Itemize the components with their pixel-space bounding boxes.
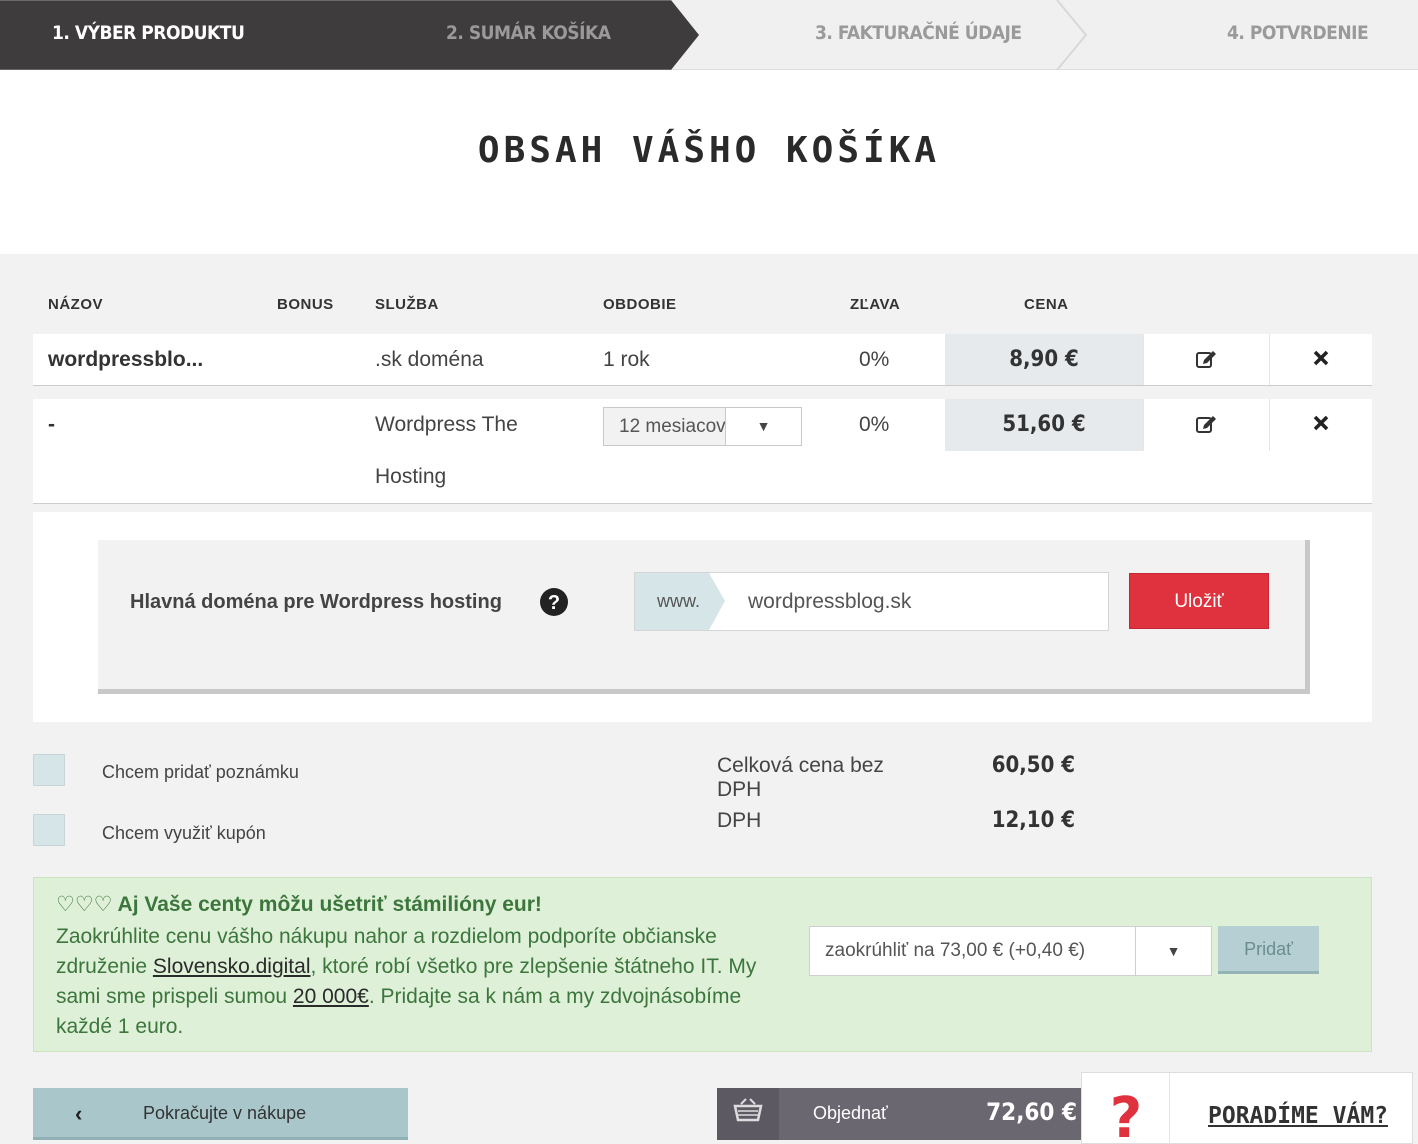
net-price-label-line2: DPH <box>717 778 762 801</box>
domain-input[interactable]: www. wordpressblog.sk <box>634 572 1109 631</box>
svg-text:?: ? <box>548 592 560 614</box>
add-donation-button[interactable]: Pridať <box>1218 926 1319 974</box>
table-row: wordpressblo... .sk doména 1 rok 0% 8,90… <box>33 334 1372 386</box>
period-select-value: 12 mesiacov <box>619 416 725 437</box>
save-button[interactable]: Uložiť <box>1129 573 1269 629</box>
header-service: SLUŽBA <box>375 296 439 313</box>
continue-shopping-label: Pokračujte v nákupe <box>143 1103 307 1123</box>
item-service-line2: Hosting <box>375 465 447 488</box>
page-title: OBSAH VÁŠHO KOŠÍKA <box>477 130 941 171</box>
header-name: NÁZOV <box>48 296 103 313</box>
item-service-line1: Wordpress The <box>375 413 518 436</box>
step-separator-icon <box>1056 0 1088 70</box>
header-period: OBDOBIE <box>603 296 677 313</box>
vat-label: DPH <box>717 809 762 832</box>
item-discount: 0% <box>859 348 890 371</box>
edit-button[interactable] <box>1143 334 1269 385</box>
step-3[interactable]: 3. FAKTURAČNÉ ÚDAJE <box>815 0 1022 70</box>
www-prefix: www. <box>657 591 701 611</box>
net-price-label: Celková cena bez DPH <box>717 754 884 802</box>
order-total: 72,60 € <box>986 1098 1077 1126</box>
help-label[interactable]: PORADÍME VÁM? <box>1208 1103 1388 1129</box>
item-service: .sk doména <box>375 348 484 371</box>
order-button[interactable]: Objednať 72,60 € <box>717 1088 1081 1140</box>
edit-icon <box>1195 416 1216 433</box>
svg-text:?: ? <box>1110 1086 1142 1144</box>
net-price-label-line1: Celková cena bez <box>717 754 884 777</box>
title-area: OBSAH VÁŠHO KOŠÍKA <box>0 70 1418 254</box>
note-checkbox[interactable] <box>33 754 65 786</box>
header-price: CENA <box>1024 296 1069 313</box>
checkout-steps: 1. VÝBER PRODUKTU 2. SUMÁR KOŠÍKA 3. FAK… <box>0 0 1418 70</box>
donation-text: Zaokrúhlite cenu vášho nákupu nahor a ro… <box>56 922 776 1042</box>
continue-shopping-button[interactable]: ‹ Pokračujte v nákupe <box>33 1088 408 1140</box>
domain-value: wordpressblog.sk <box>748 590 912 613</box>
close-icon <box>1313 415 1329 431</box>
step-1[interactable]: 1. VÝBER PRODUKTU <box>52 0 245 70</box>
edit-icon <box>1195 351 1216 368</box>
chevron-down-icon[interactable]: ▼ <box>1135 927 1211 975</box>
item-name: wordpressblo... <box>48 348 204 371</box>
order-label: Objednať <box>813 1103 888 1123</box>
donation-headline-text: Aj Vaše centy môžu ušetriť stámilióny eu… <box>117 893 542 916</box>
close-icon <box>1313 350 1329 366</box>
remove-button[interactable] <box>1269 399 1372 451</box>
item-price: 8,90 € <box>945 334 1143 385</box>
chevron-left-icon: ‹ <box>75 1101 83 1126</box>
item-price: 51,60 € <box>945 399 1143 451</box>
round-up-select[interactable]: zaokrúhliť na 73,00 € (+0,40 €) ▼ <box>809 926 1212 976</box>
table-row: - Wordpress The Hosting 12 mesiacov ▼ 0%… <box>33 399 1372 504</box>
step-2[interactable]: 2. SUMÁR KOŠÍKA <box>446 0 611 70</box>
net-price-value: 60,50 € <box>991 753 1075 778</box>
domain-label: Hlavná doména pre Wordpress hosting <box>130 591 502 613</box>
vat-value: 12,10 € <box>991 808 1075 833</box>
help-widget[interactable]: ? PORADÍME VÁM? <box>1081 1072 1413 1144</box>
coupon-checkbox[interactable] <box>33 814 65 846</box>
item-name: - <box>48 413 55 436</box>
donation-headline: ♡♡♡ Aj Vaše centy môžu ušetriť stámilión… <box>56 892 542 917</box>
item-period: 1 rok <box>603 348 650 371</box>
slovensko-digital-link[interactable]: Slovensko.digital <box>153 955 311 978</box>
heart-icons: ♡♡♡ <box>56 893 113 916</box>
amount-link[interactable]: 20 000€ <box>293 985 369 1008</box>
round-up-value: zaokrúhliť na 73,00 € (+0,40 €) <box>825 940 1086 961</box>
header-bonus: BONUS <box>277 296 334 313</box>
edit-button[interactable] <box>1143 399 1269 451</box>
step-4[interactable]: 4. POTVRDENIE <box>1227 0 1369 70</box>
header-discount: ZĽAVA <box>850 296 901 313</box>
cart-icon <box>717 1088 779 1140</box>
donation-panel: ♡♡♡ Aj Vaše centy môžu ušetriť stámilión… <box>33 877 1372 1052</box>
item-discount: 0% <box>859 413 890 436</box>
question-mark-icon: ? <box>1082 1073 1170 1144</box>
period-select[interactable]: 12 mesiacov ▼ <box>603 407 802 446</box>
chevron-down-icon[interactable]: ▼ <box>725 408 801 445</box>
remove-button[interactable] <box>1269 334 1372 385</box>
coupon-label[interactable]: Chcem využiť kupón <box>102 823 266 844</box>
question-circle-icon[interactable]: ? <box>539 587 569 617</box>
note-label[interactable]: Chcem pridať poznámku <box>102 762 299 783</box>
